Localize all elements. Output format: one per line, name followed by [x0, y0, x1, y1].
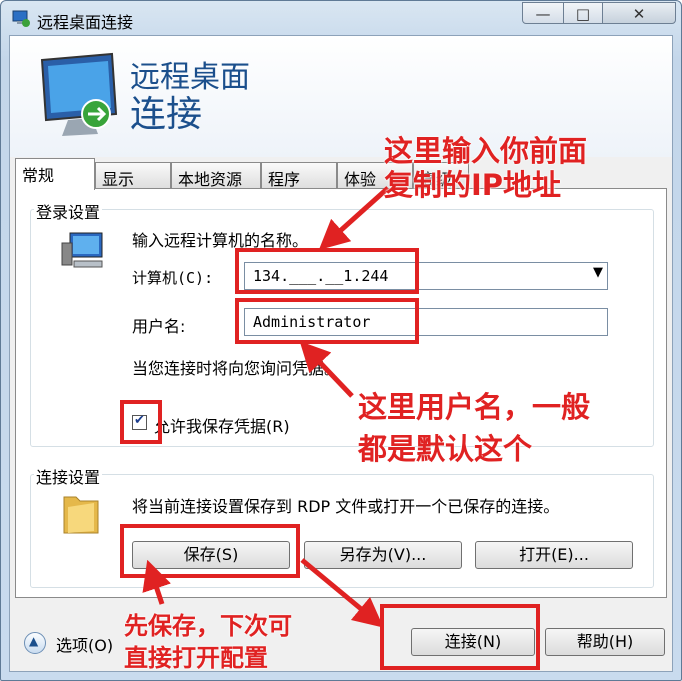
- highlight-computer-field: [235, 248, 419, 294]
- folder-icon: [63, 496, 99, 534]
- annotation-username: 这里用户名，一般 都是默认这个: [358, 390, 591, 466]
- highlight-connect-button: [380, 604, 540, 670]
- login-settings-title: 登录设置: [34, 199, 103, 223]
- tab-general[interactable]: 常规: [15, 158, 95, 190]
- chevron-down-icon[interactable]: ▼: [593, 265, 603, 280]
- save-credentials-label[interactable]: 允许我保存凭据(R): [154, 413, 290, 437]
- save-as-button[interactable]: 另存为(V)...: [304, 541, 462, 569]
- minimize-button[interactable]: —: [522, 2, 564, 24]
- banner-title-line2: 连接: [130, 94, 203, 135]
- maximize-button[interactable]: □: [563, 2, 603, 24]
- highlight-save-button: [120, 524, 300, 578]
- tab-display[interactable]: 显示: [95, 162, 171, 189]
- annotation-save: 先保存，下次可 直接打开配置: [124, 612, 292, 672]
- tab-programs[interactable]: 程序: [261, 162, 337, 189]
- computer-icon: [61, 232, 103, 268]
- computer-label: 计算机(C):: [132, 269, 214, 287]
- highlight-username-field: [235, 298, 419, 344]
- connection-settings-description: 将当前连接设置保存到 RDP 文件或打开一个已保存的连接。: [132, 497, 560, 516]
- annotation-ip: 这里输入你前面 复制的IP地址: [384, 134, 588, 202]
- options-label[interactable]: 选项(O): [56, 632, 113, 656]
- window-title: 远程桌面连接: [37, 13, 134, 32]
- dialog-body: 远程桌面 连接 常规 显示 本地资源 程序 体验 高级 登录设置 输入远程计算机…: [9, 35, 673, 672]
- credential-note: 当您连接时将向您询问凭据。: [132, 359, 341, 378]
- options-toggle-button[interactable]: ▲: [24, 632, 46, 654]
- chevron-up-icon: ▲: [29, 634, 39, 648]
- close-button[interactable]: ✕: [602, 2, 676, 24]
- highlight-checkbox: [120, 400, 162, 444]
- help-button[interactable]: 帮助(H): [545, 628, 665, 656]
- connection-settings-title: 连接设置: [34, 464, 103, 488]
- username-label: 用户名:: [132, 317, 186, 336]
- open-button[interactable]: 打开(E)...: [475, 541, 633, 569]
- title-bar[interactable]: 远程桌面连接 — □ ✕: [1, 1, 681, 35]
- remote-desktop-icon: [12, 10, 30, 27]
- tab-local-resources[interactable]: 本地资源: [171, 162, 261, 189]
- monitor-connect-icon: [40, 52, 118, 136]
